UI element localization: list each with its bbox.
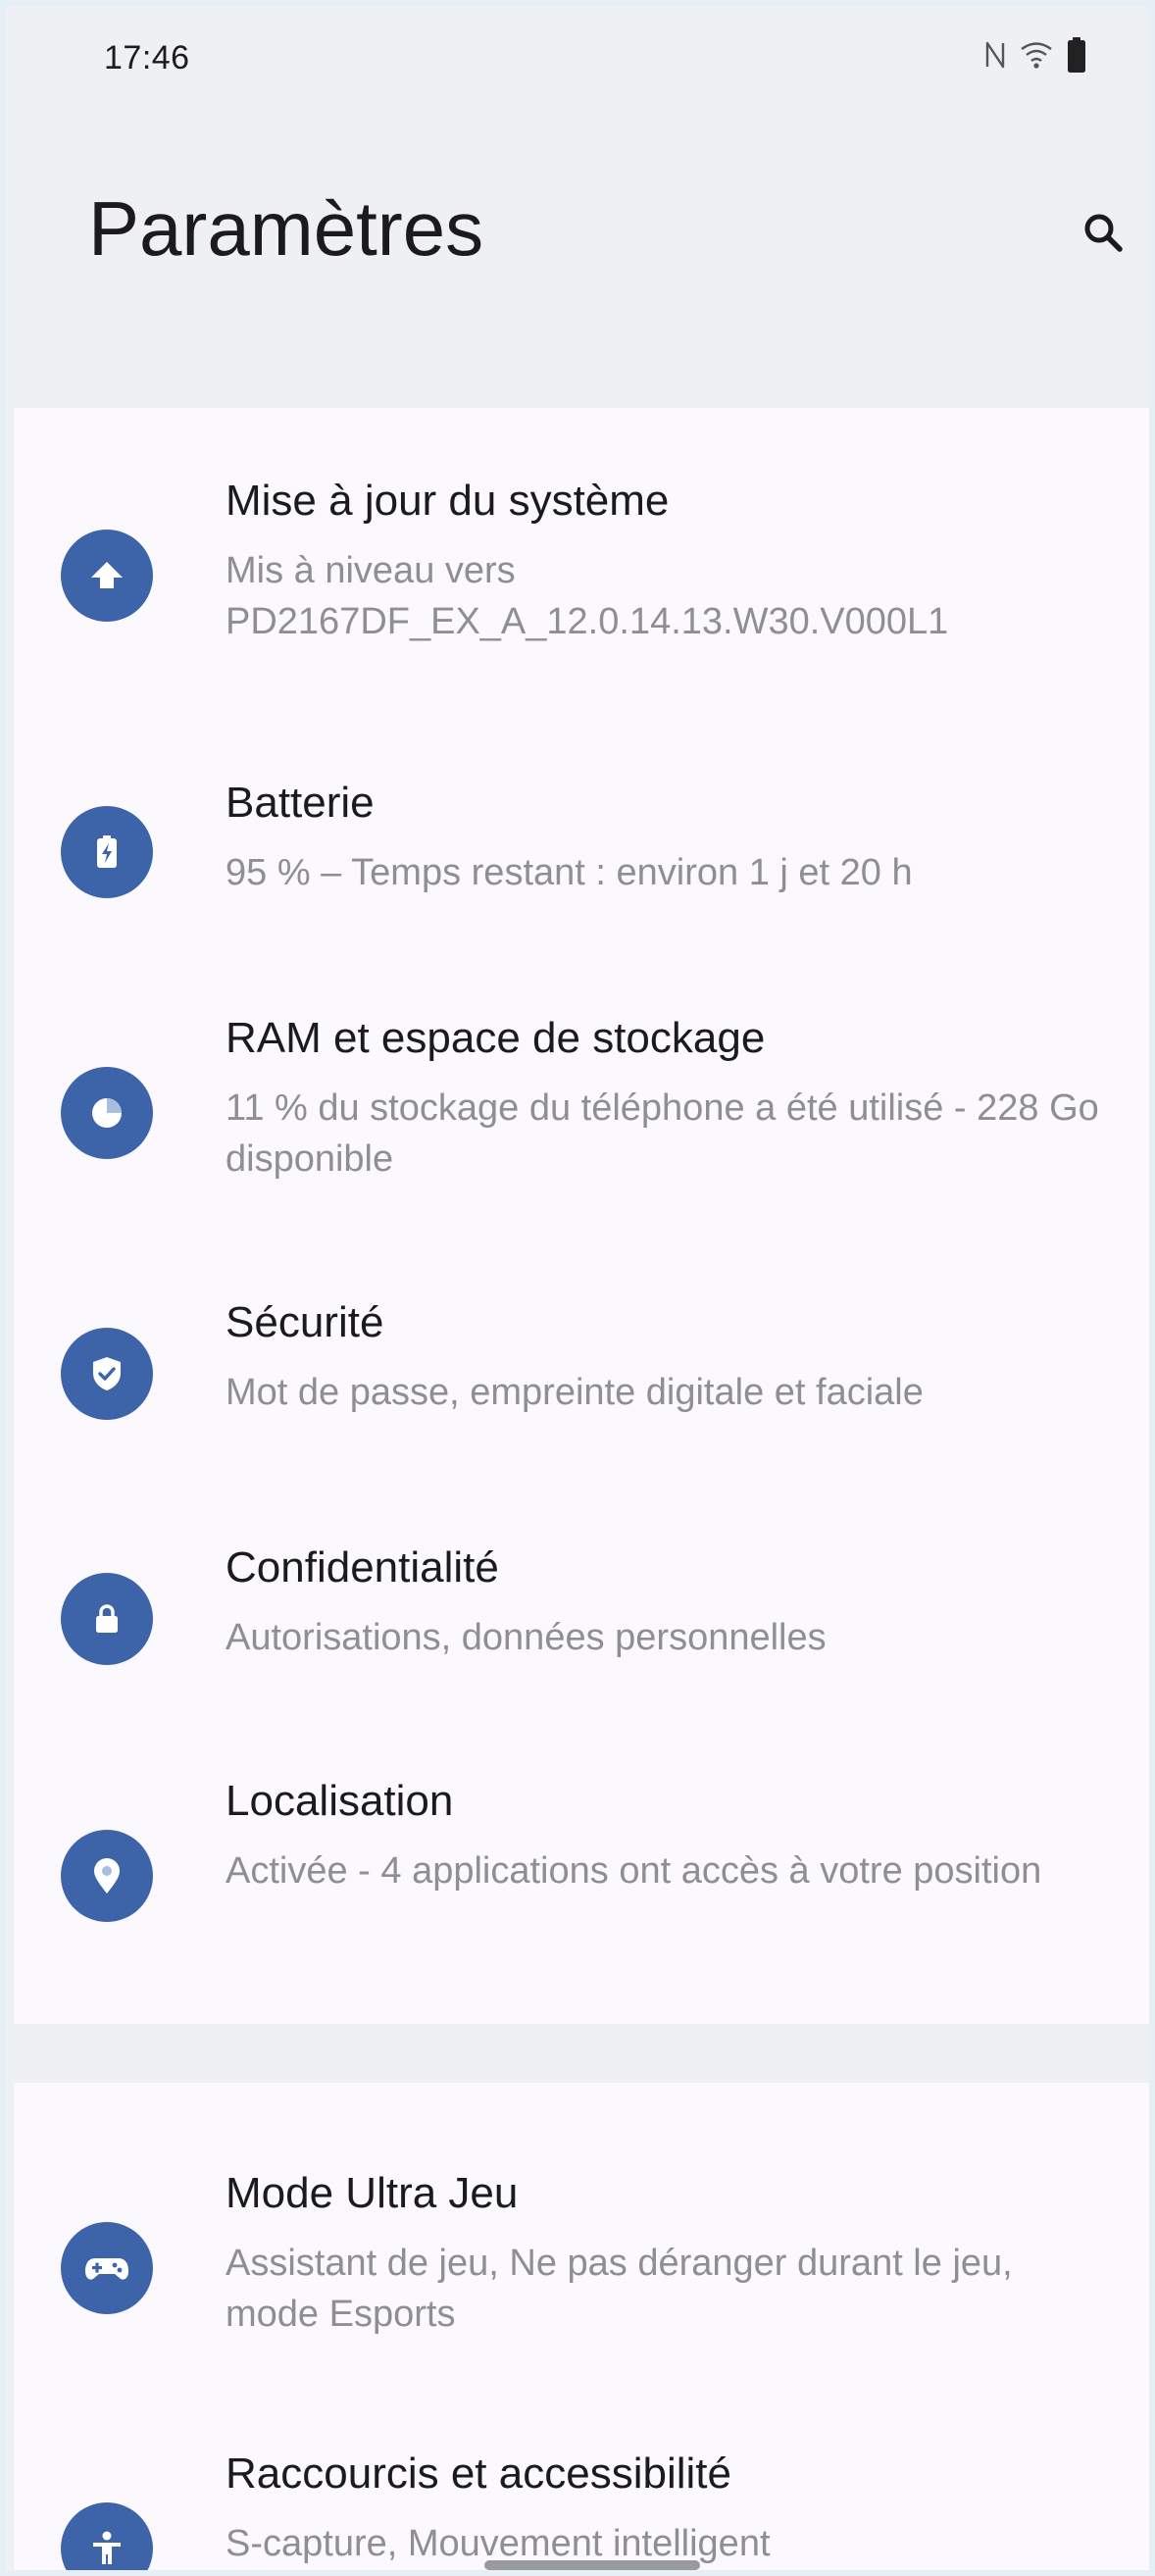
item-subtitle: 11 % du stockage du téléphone a été util… (226, 1087, 1099, 1180)
status-time: 17:46 (104, 39, 190, 76)
item-title: Mise à jour du système (226, 477, 670, 525)
item-subtitle: Assistant de jeu, Ne pas déranger durant… (226, 2243, 1013, 2335)
header: Paramètres (0, 137, 1155, 333)
item-title: Localisation (226, 1777, 454, 1825)
page-title: Paramètres (88, 185, 484, 272)
search-icon (1081, 211, 1125, 259)
settings-item-security[interactable]: Sécurité Mot de passe, empreinte digital… (14, 1298, 1155, 1455)
settings-group-1: Mise à jour du système Mis à niveau vers… (14, 408, 1155, 2024)
wifi-icon (1020, 40, 1053, 70)
status-bar: 17:46 (0, 0, 1155, 118)
battery-charging-icon (61, 806, 153, 898)
status-icons (984, 37, 1086, 73)
item-title: RAM et espace de stockage (226, 1014, 766, 1062)
settings-group-2: Mode Ultra Jeu Assistant de jeu, Ne pas … (14, 2083, 1155, 2576)
item-subtitle: Mot de passe, empreinte digitale et faci… (226, 1372, 924, 1413)
item-subtitle: Mis à niveau vers PD2167DF_EX_A_12.0.14.… (226, 550, 949, 642)
item-subtitle: 95 % – Temps restant : environ 1 j et 20… (226, 852, 913, 893)
item-subtitle: Autorisations, données personnelles (226, 1617, 827, 1658)
upload-arrow-icon (61, 530, 153, 622)
settings-item-accessibility[interactable]: Raccourcis et accessibilité S-capture, M… (14, 2450, 1155, 2576)
location-pin-icon (61, 1830, 153, 1922)
settings-item-location[interactable]: Localisation Activée - 4 applications on… (14, 1777, 1155, 1983)
settings-item-privacy[interactable]: Confidentialité Autorisations, données p… (14, 1543, 1155, 1700)
search-button[interactable] (1069, 200, 1137, 269)
item-title: Sécurité (226, 1298, 384, 1346)
item-subtitle: Activée - 4 applications ont accès à vot… (226, 1850, 1042, 1892)
lock-icon (61, 1573, 153, 1665)
item-title: Batterie (226, 779, 375, 827)
item-title: Confidentialité (226, 1543, 499, 1591)
settings-item-storage[interactable]: RAM et espace de stockage 11 % du stocka… (14, 1014, 1155, 1220)
accessibility-icon (61, 2502, 153, 2576)
pie-chart-icon (61, 1067, 153, 1159)
settings-item-battery[interactable]: Batterie 95 % – Temps restant : environ … (14, 779, 1155, 935)
settings-item-game-mode[interactable]: Mode Ultra Jeu Assistant de jeu, Ne pas … (14, 2169, 1155, 2375)
item-title: Mode Ultra Jeu (226, 2169, 519, 2217)
gesture-navigation-handle[interactable] (484, 2560, 700, 2570)
item-title: Raccourcis et accessibilité (226, 2450, 731, 2498)
gamepad-icon (61, 2222, 153, 2314)
shield-check-icon (61, 1328, 153, 1420)
battery-icon (1067, 37, 1086, 73)
settings-item-system-update[interactable]: Mise à jour du système Mis à niveau vers… (14, 477, 1155, 682)
nfc-icon (984, 40, 1006, 70)
